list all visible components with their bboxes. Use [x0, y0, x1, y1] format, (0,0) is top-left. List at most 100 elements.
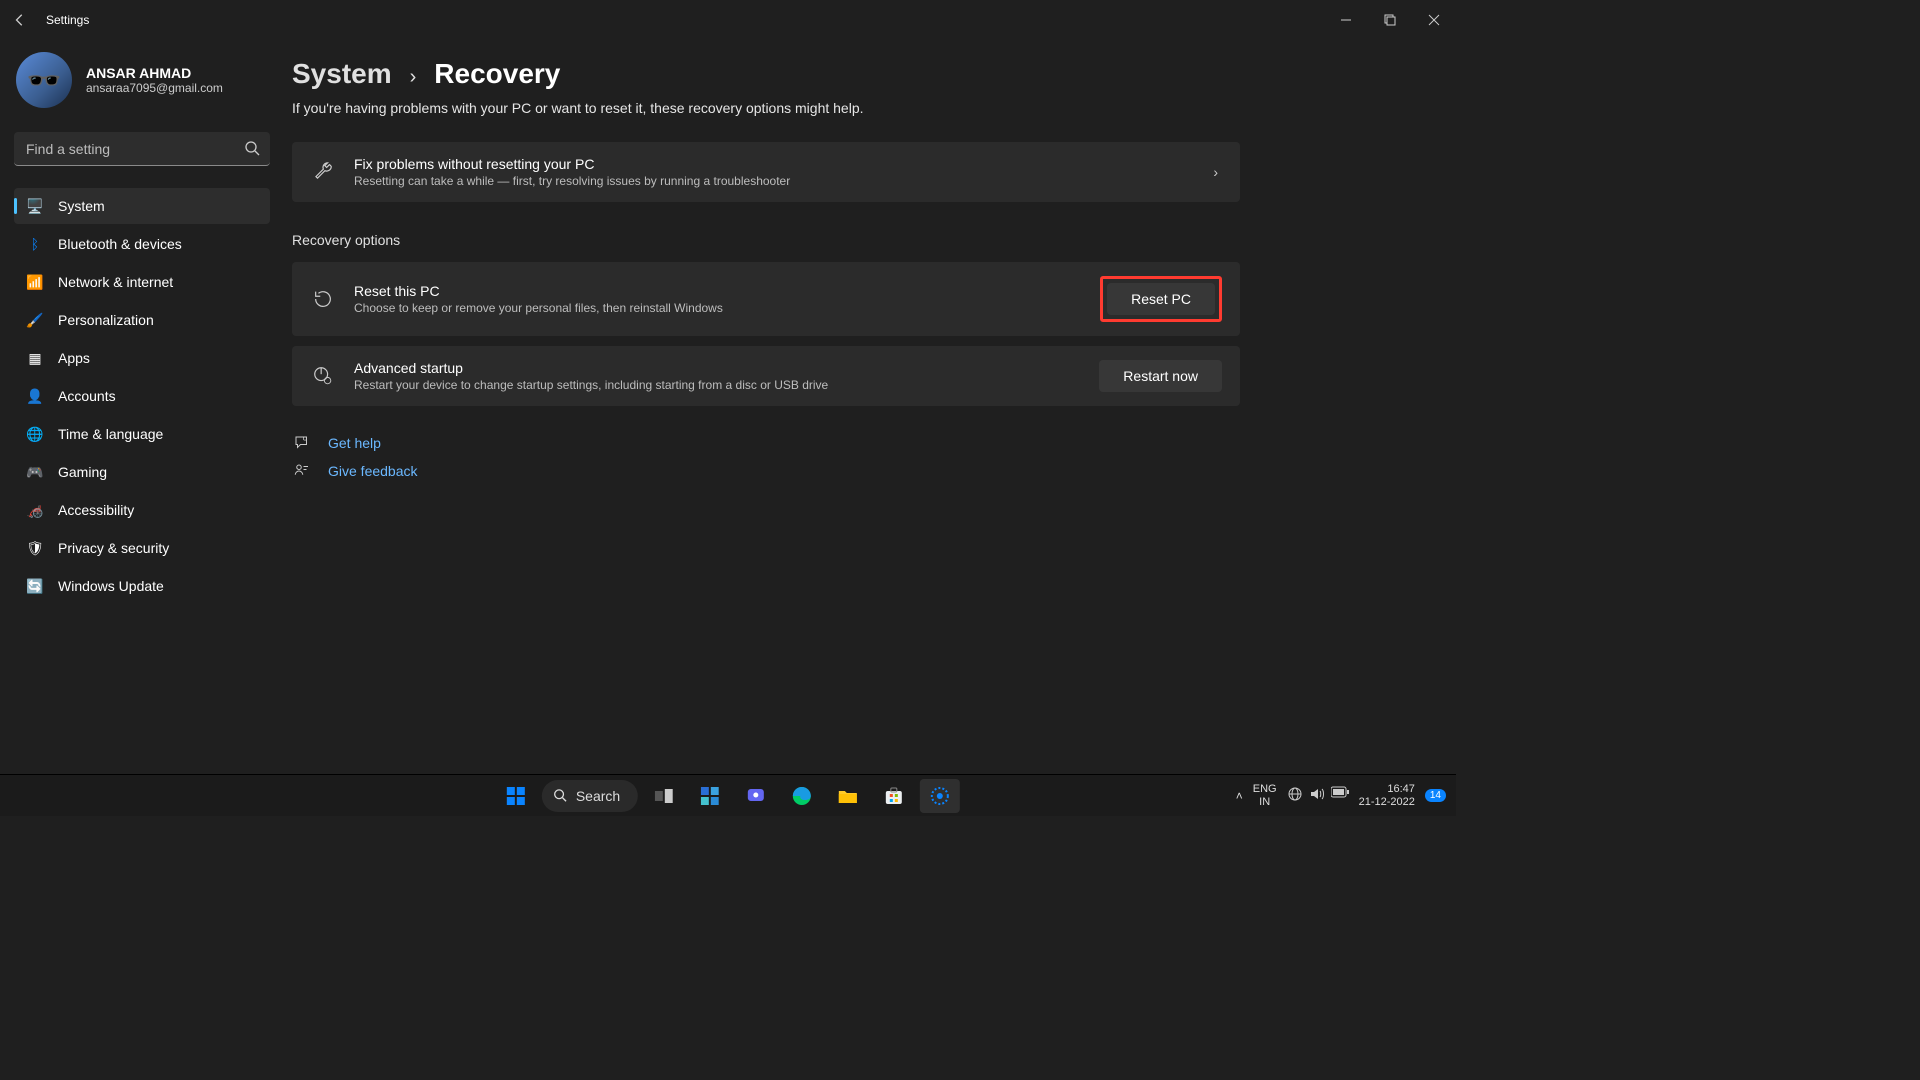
wrench-icon — [310, 161, 336, 183]
sidebar-item-bluetooth[interactable]: ᛒ Bluetooth & devices — [14, 226, 270, 262]
help-bubble-icon — [292, 434, 312, 452]
user-block[interactable]: 🕶️ ANSAR AHMAD ansaraa7095@gmail.com — [14, 52, 270, 108]
sidebar-item-label: System — [58, 198, 105, 214]
sidebar-item-privacy[interactable]: 🛡Privacy & security — [14, 530, 270, 566]
fix-problems-card[interactable]: Fix problems without resetting your PC R… — [292, 142, 1240, 202]
user-name: ANSAR AHMAD — [86, 65, 223, 81]
sidebar-item-accessibility[interactable]: 🦽Accessibility — [14, 492, 270, 528]
advanced-startup-card: Advanced startup Restart your device to … — [292, 346, 1240, 406]
accessibility-icon: 🦽 — [26, 502, 44, 519]
sidebar-item-label: Network & internet — [58, 274, 173, 290]
bluetooth-icon: ᛒ — [26, 236, 44, 252]
footer-links: Get help Give feedback — [292, 434, 1420, 480]
advanced-card-title: Advanced startup — [354, 360, 1081, 376]
sidebar-item-label: Apps — [58, 350, 90, 366]
sidebar-item-gaming[interactable]: 🎮 Gaming — [14, 454, 270, 490]
sidebar-item-apps[interactable]: ▦ Apps — [14, 340, 270, 376]
language-indicator[interactable]: ENG IN — [1253, 783, 1277, 807]
header-subtitle: If you're having problems with your PC o… — [292, 100, 1420, 116]
tray-overflow-button[interactable]: ˄ — [1236, 789, 1243, 803]
network-icon: 📶 — [26, 274, 44, 291]
section-title: Recovery options — [292, 232, 1420, 248]
start-button[interactable] — [496, 779, 536, 813]
give-feedback-link[interactable]: Give feedback — [328, 463, 418, 479]
fix-card-title: Fix problems without resetting your PC — [354, 156, 1195, 172]
maximize-icon — [1384, 14, 1396, 26]
taskbar: Search ˄ ENG IN 16:47 21-12-2022 14 — [0, 774, 1456, 816]
back-arrow-icon — [13, 13, 27, 27]
taskbar-search-label: Search — [576, 788, 620, 804]
reset-card-title: Reset this PC — [354, 283, 1082, 299]
volume-icon[interactable] — [1309, 786, 1325, 805]
sidebar-item-label: Privacy & security — [58, 540, 169, 556]
system-icon: 🖥️ — [26, 198, 44, 215]
minimize-icon — [1340, 14, 1352, 26]
time-icon: 🌐 — [26, 426, 44, 443]
power-gear-icon — [310, 365, 336, 387]
notification-badge[interactable]: 14 — [1425, 789, 1446, 802]
content: System › Recovery If you're having probl… — [292, 40, 1456, 774]
feedback-icon — [292, 462, 312, 480]
reset-pc-card: Reset this PC Choose to keep or remove y… — [292, 262, 1240, 336]
search-icon — [554, 789, 568, 803]
window-maximize-button[interactable] — [1368, 0, 1412, 40]
search-input[interactable] — [14, 132, 270, 166]
accounts-icon: 👤 — [26, 388, 44, 405]
get-help-link[interactable]: Get help — [328, 435, 381, 451]
windows-logo-icon — [506, 786, 526, 806]
sidebar-item-label: Time & language — [58, 426, 163, 442]
gaming-icon: 🎮 — [26, 464, 44, 481]
personalization-icon: 🖌️ — [26, 312, 44, 329]
sidebar-item-label: Gaming — [58, 464, 107, 480]
back-button[interactable] — [0, 13, 40, 27]
sidebar-item-network[interactable]: 📶 Network & internet — [14, 264, 270, 300]
page-title: Recovery — [434, 58, 560, 90]
taskbar-search[interactable]: Search — [542, 780, 638, 812]
close-icon — [1428, 14, 1440, 26]
sidebar-item-update[interactable]: 🔄 Windows Update — [14, 568, 270, 604]
task-view-icon — [655, 789, 673, 803]
sidebar-item-label: Windows Update — [58, 578, 164, 594]
taskbar-app-widgets[interactable] — [690, 779, 730, 813]
sidebar-item-time[interactable]: 🌐 Time & language — [14, 416, 270, 452]
chat-icon — [747, 787, 765, 805]
breadcrumb: System › Recovery — [292, 58, 1420, 90]
taskbar-app-store[interactable] — [874, 779, 914, 813]
reset-pc-button[interactable]: Reset PC — [1107, 283, 1215, 315]
advanced-card-desc: Restart your device to change startup se… — [354, 378, 1081, 392]
update-icon: 🔄 — [26, 578, 44, 595]
window-close-button[interactable] — [1412, 0, 1456, 40]
system-tray: ˄ ENG IN 16:47 21-12-2022 14 — [1236, 783, 1446, 807]
app-title: Settings — [46, 13, 89, 27]
clock[interactable]: 16:47 21-12-2022 — [1359, 783, 1415, 807]
gear-icon — [930, 786, 950, 806]
user-email: ansaraa7095@gmail.com — [86, 81, 223, 95]
store-icon — [885, 787, 903, 805]
search-icon — [244, 140, 260, 161]
sidebar-item-accounts[interactable]: 👤 Accounts — [14, 378, 270, 414]
taskbar-app-chat[interactable] — [736, 779, 776, 813]
sidebar-item-label: Bluetooth & devices — [58, 236, 182, 252]
battery-icon[interactable] — [1331, 786, 1349, 805]
restart-now-button[interactable]: Restart now — [1099, 360, 1222, 392]
nav-list: 🖥️ System ᛒ Bluetooth & devices 📶 Network & i… — [14, 188, 270, 604]
fix-card-desc: Resetting can take a while — first, try … — [354, 174, 1195, 188]
network-icon[interactable] — [1287, 786, 1303, 805]
titlebar: Settings — [0, 0, 1456, 40]
task-view-button[interactable] — [644, 779, 684, 813]
apps-icon: ▦ — [26, 350, 44, 367]
annotation-highlight: Reset PC — [1100, 276, 1222, 322]
sidebar-item-label: Personalization — [58, 312, 154, 328]
avatar: 🕶️ — [16, 52, 72, 108]
folder-icon — [838, 788, 858, 804]
taskbar-app-settings[interactable] — [920, 779, 960, 813]
breadcrumb-parent[interactable]: System — [292, 58, 392, 90]
sidebar-item-system[interactable]: 🖥️ System — [14, 188, 270, 224]
taskbar-app-edge[interactable] — [782, 779, 822, 813]
window-minimize-button[interactable] — [1324, 0, 1368, 40]
sidebar-item-label: Accounts — [58, 388, 116, 404]
reset-icon — [310, 288, 336, 310]
edge-icon — [792, 786, 812, 806]
sidebar-item-personalization[interactable]: 🖌️ Personalization — [14, 302, 270, 338]
taskbar-app-explorer[interactable] — [828, 779, 868, 813]
